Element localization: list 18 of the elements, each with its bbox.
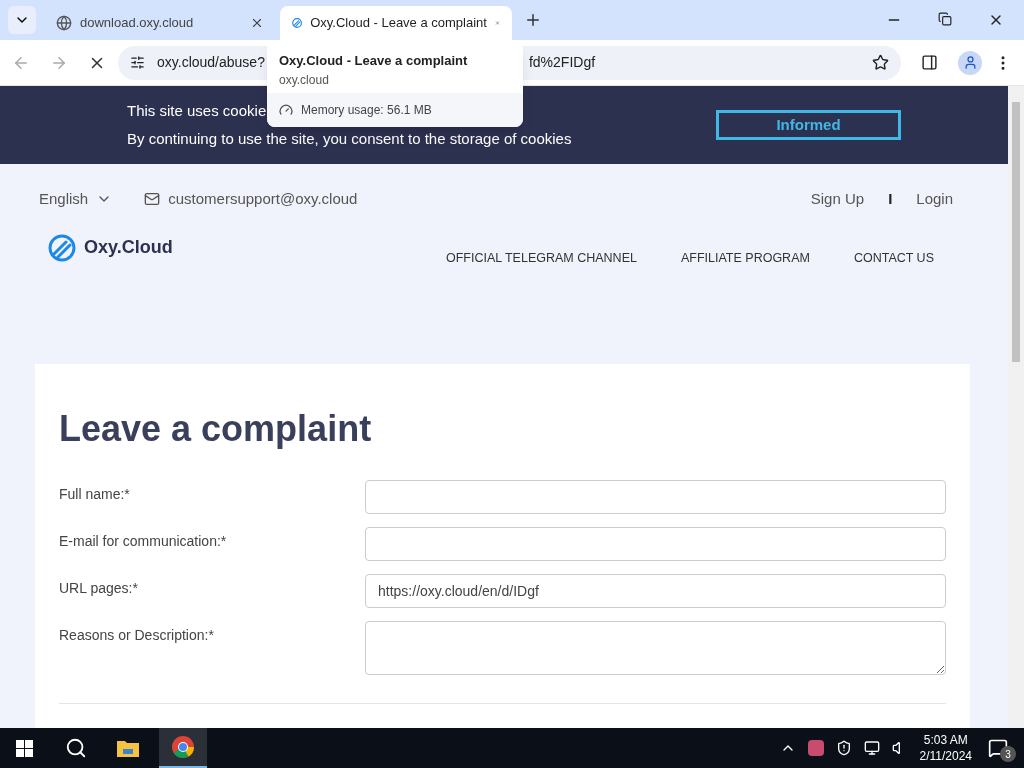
url-text: fd%2FIDgf <box>528 53 596 72</box>
field-label: Reasons or Description:* <box>59 626 215 646</box>
tab-title: download.oxy.cloud <box>80 14 195 33</box>
field-label: Full name:* <box>59 485 131 505</box>
separator-text: I <box>888 189 893 209</box>
url-text: oxy.cloud/abuse? <box>157 53 265 72</box>
tab-title: Oxy.Cloud - Leave a complaint <box>310 14 487 33</box>
field-label: URL pages:* <box>59 579 139 599</box>
notification-badge: 3 <box>1000 746 1016 762</box>
language-label: English <box>39 189 89 209</box>
field-label: E-mail for communication:* <box>59 532 228 552</box>
cookie-notice: By continuing to use the site, you consent to the storage of cookies <box>127 129 572 149</box>
preview-title: Oxy.Cloud - Leave a complaint <box>279 52 469 70</box>
preview-domain: oxy.cloud <box>279 71 330 89</box>
logo-text: Oxy.Cloud <box>84 236 173 260</box>
memory-usage: Memory usage: 56.1 MB <box>301 102 432 119</box>
page-title: Leave a complaint <box>59 407 373 452</box>
cookie-notice: This site uses cookie <box>127 100 267 121</box>
